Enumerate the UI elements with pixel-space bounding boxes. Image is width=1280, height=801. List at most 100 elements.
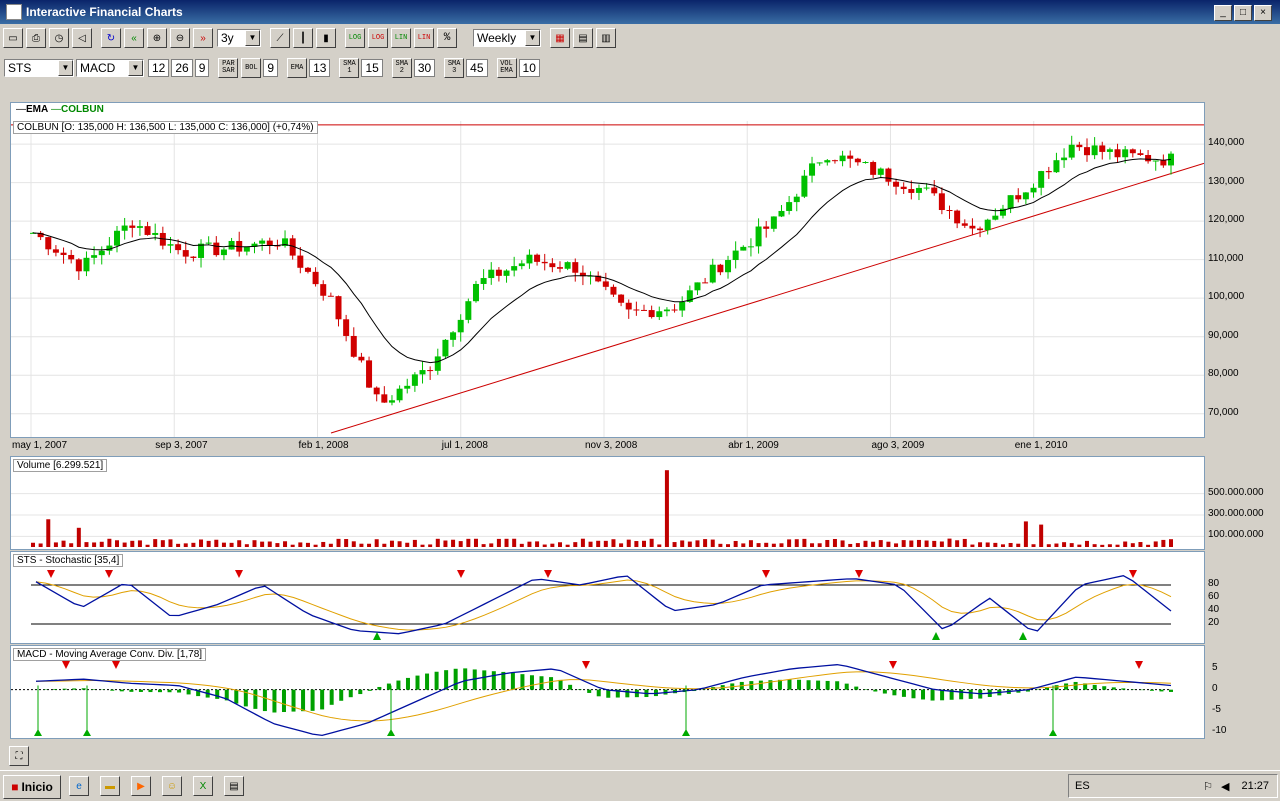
macd-slow-input[interactable]: 26 bbox=[171, 59, 192, 77]
candle bbox=[962, 223, 968, 225]
macd-histogram-bar bbox=[1093, 685, 1097, 690]
candle bbox=[374, 388, 380, 395]
lang-indicator[interactable]: ES bbox=[1075, 780, 1090, 792]
candle bbox=[610, 287, 616, 295]
sma2-button[interactable]: SMA 2 bbox=[392, 58, 412, 78]
volume-bar bbox=[871, 542, 875, 547]
media-player-icon[interactable]: ▶ bbox=[131, 776, 151, 796]
candle bbox=[1046, 171, 1052, 172]
buy-signal-marker bbox=[34, 729, 42, 736]
price-y-tick: 130,000 bbox=[1208, 176, 1244, 187]
close-button[interactable]: × bbox=[1254, 5, 1272, 21]
log-scale-button[interactable]: LOG bbox=[345, 28, 365, 48]
volume-bar bbox=[673, 542, 677, 547]
candle bbox=[1145, 155, 1151, 161]
sma1-input[interactable]: 15 bbox=[361, 59, 382, 77]
app-icon bbox=[6, 4, 22, 20]
lin-scale-alt-button[interactable]: LIN bbox=[414, 28, 434, 48]
volume-bar bbox=[100, 542, 104, 547]
start-button[interactable]: ■Inicio bbox=[3, 775, 61, 799]
maximize-button[interactable]: □ bbox=[1234, 5, 1252, 21]
volume-bar bbox=[558, 542, 562, 547]
macd-histogram-bar bbox=[797, 680, 801, 690]
zoom-in-icon[interactable]: ⊕ bbox=[147, 28, 167, 48]
interval-select[interactable]: Weekly▼ bbox=[473, 29, 541, 47]
charts-task-icon[interactable]: ▤ bbox=[224, 776, 244, 796]
bar-chart-icon[interactable]: ┃ bbox=[293, 28, 313, 48]
volume-bar bbox=[1032, 544, 1036, 547]
excel-icon[interactable]: X bbox=[193, 776, 213, 796]
messenger-icon[interactable]: ☺ bbox=[162, 776, 182, 796]
macd-histogram-bar bbox=[139, 690, 143, 692]
candle bbox=[969, 226, 975, 229]
candle bbox=[847, 156, 853, 159]
volume-bar bbox=[405, 543, 409, 547]
period-select[interactable]: 3y▼ bbox=[217, 29, 261, 47]
macd-histogram-bar bbox=[253, 690, 257, 709]
candle bbox=[213, 243, 219, 255]
symbol-select[interactable]: STS▼ bbox=[4, 59, 74, 77]
indicator-select[interactable]: MACD▼ bbox=[76, 59, 144, 77]
bol-input[interactable]: 9 bbox=[263, 59, 278, 77]
candle bbox=[565, 262, 571, 269]
volume-icon[interactable]: ◀ bbox=[1221, 780, 1229, 793]
volume-bar bbox=[1116, 545, 1120, 547]
report-icon[interactable]: ▥ bbox=[596, 28, 616, 48]
volume-bar bbox=[54, 542, 58, 547]
ema-input[interactable]: 13 bbox=[309, 59, 330, 77]
folder-icon[interactable]: ▬ bbox=[100, 776, 120, 796]
refresh-icon[interactable]: ↻ bbox=[101, 28, 121, 48]
candle bbox=[435, 356, 441, 370]
percent-scale-button[interactable]: % bbox=[437, 28, 457, 48]
sound-icon[interactable]: ◁ bbox=[72, 28, 92, 48]
interval-value: Weekly bbox=[477, 31, 516, 45]
print-icon[interactable]: ⎙ bbox=[26, 28, 46, 48]
clock-icon[interactable]: ◷ bbox=[49, 28, 69, 48]
volume-bar bbox=[787, 539, 791, 547]
minimize-button[interactable]: _ bbox=[1214, 5, 1232, 21]
rewind-icon[interactable]: « bbox=[124, 28, 144, 48]
volume-bar bbox=[459, 541, 463, 547]
vol-ema-input[interactable]: 10 bbox=[519, 59, 540, 77]
volume-bar bbox=[298, 542, 302, 547]
macd-histogram-bar bbox=[282, 690, 286, 712]
candle bbox=[175, 244, 181, 250]
chevron-down-icon: ▼ bbox=[128, 60, 143, 76]
volume-bar bbox=[291, 545, 295, 547]
vol-ema-button[interactable]: VOL EMA bbox=[497, 58, 517, 78]
macd-histogram-bar bbox=[416, 676, 420, 690]
macd-histogram-bar bbox=[1121, 688, 1125, 689]
ema-button[interactable]: EMA bbox=[287, 58, 307, 78]
par-sar-button[interactable]: PAR SAR bbox=[218, 58, 238, 78]
macd-fast-input[interactable]: 12 bbox=[148, 59, 169, 77]
indicator-toolbar: STS▼ MACD▼ 12 26 9 PAR SAR BOL 9 EMA 13 … bbox=[0, 54, 1280, 82]
volume-bar bbox=[566, 545, 570, 547]
candle bbox=[908, 189, 914, 193]
sma3-button[interactable]: SMA 3 bbox=[444, 58, 464, 78]
zoom-out-icon[interactable]: ⊖ bbox=[170, 28, 190, 48]
ie-icon[interactable]: e bbox=[69, 776, 89, 796]
forward-icon[interactable]: » bbox=[193, 28, 213, 48]
sma1-button[interactable]: SMA 1 bbox=[339, 58, 359, 78]
chart-settings-icon[interactable]: ▤ bbox=[573, 28, 593, 48]
log-scale-alt-button[interactable]: LOG bbox=[368, 28, 388, 48]
volume-bar bbox=[520, 544, 524, 547]
save-icon[interactable]: ▭ bbox=[3, 28, 23, 48]
bol-button[interactable]: BOL bbox=[241, 58, 261, 78]
palette-icon[interactable]: ▦ bbox=[550, 28, 570, 48]
candle-chart-icon[interactable]: ▮ bbox=[316, 28, 336, 48]
sma2-input[interactable]: 30 bbox=[414, 59, 435, 77]
macd-signal-input[interactable]: 9 bbox=[195, 59, 210, 77]
line-chart-icon[interactable]: ⟋ bbox=[270, 28, 290, 48]
volume-bar bbox=[153, 539, 157, 547]
lin-scale-button[interactable]: LIN bbox=[391, 28, 411, 48]
sma3-input[interactable]: 45 bbox=[466, 59, 487, 77]
price-x-tick: ene 1, 2010 bbox=[1015, 440, 1068, 451]
fullscreen-icon[interactable]: ⛶ bbox=[9, 746, 29, 766]
candle bbox=[1061, 158, 1067, 161]
macd-histogram-bar bbox=[311, 690, 315, 711]
candle bbox=[1115, 149, 1121, 157]
candle bbox=[229, 241, 235, 250]
candle bbox=[137, 226, 143, 228]
stochastic-k-line bbox=[36, 576, 1171, 634]
